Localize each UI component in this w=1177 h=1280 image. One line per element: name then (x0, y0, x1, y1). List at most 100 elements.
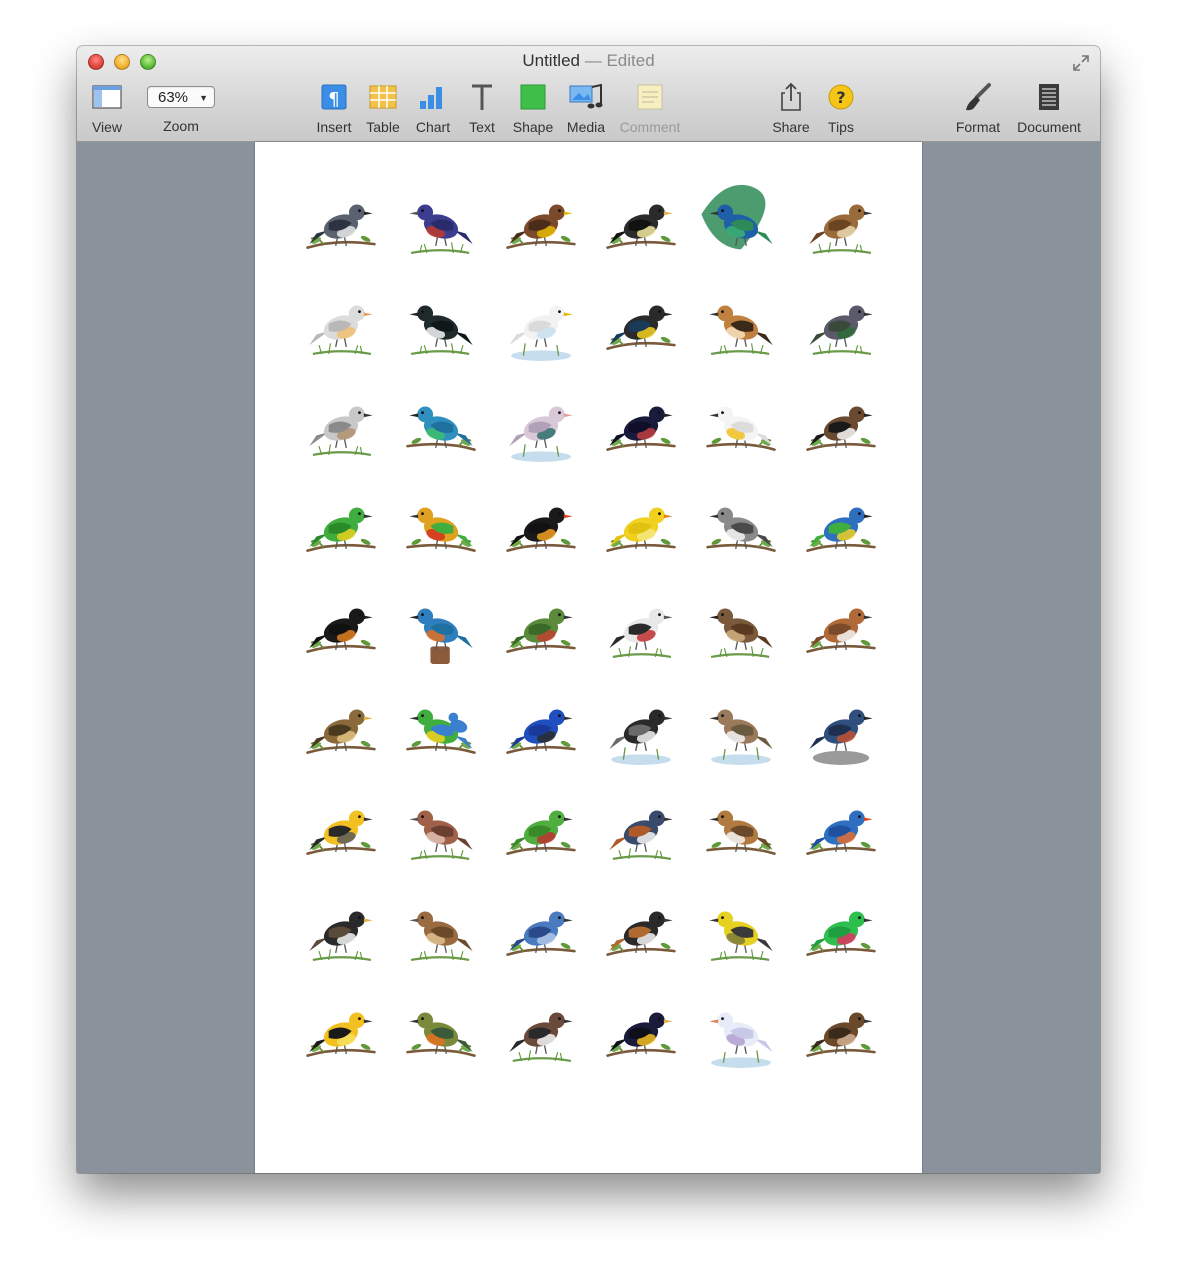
bird-illustration[interactable] (391, 879, 491, 980)
bird-illustration[interactable] (391, 273, 491, 374)
zoom-control[interactable]: 63% ▼ Zoom (145, 81, 217, 134)
bird-illustration[interactable] (491, 475, 591, 576)
bird-illustration[interactable] (391, 374, 491, 475)
bird-image (506, 709, 576, 754)
chart-button[interactable]: Chart (413, 81, 453, 135)
bird-image (701, 184, 773, 249)
bird-illustration[interactable] (391, 980, 491, 1081)
bird-illustration[interactable] (791, 475, 891, 576)
zoom-select[interactable]: 63% ▼ (147, 86, 215, 108)
bird-image (506, 911, 576, 956)
bird-image (606, 305, 676, 350)
bird-illustration[interactable] (391, 172, 491, 273)
bird-illustration[interactable] (691, 374, 791, 475)
bird-illustration[interactable] (291, 879, 391, 980)
shape-button[interactable]: Shape (511, 81, 555, 135)
bird-illustration[interactable] (491, 879, 591, 980)
bird-illustration[interactable] (291, 576, 391, 677)
bird-illustration[interactable] (291, 374, 391, 475)
bird-image (709, 911, 773, 961)
bird-illustration[interactable] (791, 879, 891, 980)
bird-image (806, 406, 876, 451)
bird-illustration[interactable] (691, 475, 791, 576)
bird-illustration[interactable] (291, 778, 391, 879)
share-label: Share (772, 119, 810, 135)
bird-illustration[interactable] (691, 879, 791, 980)
insert-button[interactable]: ¶ Insert (313, 81, 355, 135)
bird-illustration[interactable] (391, 576, 491, 677)
bird-illustration[interactable] (691, 980, 791, 1081)
text-button[interactable]: Text (463, 81, 501, 135)
bird-illustration[interactable] (591, 677, 691, 778)
bird-illustration[interactable] (691, 576, 791, 677)
window-title: Untitled — Edited (77, 51, 1100, 71)
bird-illustration[interactable] (491, 374, 591, 475)
bird-illustration[interactable] (491, 273, 591, 374)
bird-illustration[interactable] (491, 778, 591, 879)
bird-illustration[interactable] (791, 172, 891, 273)
bird-illustration[interactable] (591, 576, 691, 677)
share-button[interactable]: Share (771, 81, 811, 135)
text-label: Text (469, 119, 495, 135)
bird-illustration[interactable] (591, 273, 691, 374)
bird-illustration[interactable] (491, 677, 591, 778)
bird-illustration[interactable] (791, 778, 891, 879)
media-button[interactable]: Media (563, 81, 609, 135)
view-label: View (91, 119, 123, 135)
bird-illustration[interactable] (791, 677, 891, 778)
svg-text:¶: ¶ (328, 89, 339, 110)
bird-illustration[interactable] (591, 879, 691, 980)
comment-icon (637, 84, 663, 110)
bird-illustration[interactable] (691, 677, 791, 778)
bird-illustration[interactable] (691, 273, 791, 374)
bird-illustration[interactable] (791, 980, 891, 1081)
bird-image (706, 810, 776, 855)
bird-illustration[interactable] (591, 778, 691, 879)
bird-illustration[interactable] (791, 576, 891, 677)
bird-illustration[interactable] (291, 475, 391, 576)
media-label: Media (566, 119, 606, 135)
bird-image (706, 406, 776, 451)
zoom-label: Zoom (163, 118, 199, 134)
bird-image (306, 1012, 376, 1057)
bird-illustration[interactable] (491, 576, 591, 677)
bird-illustration[interactable] (691, 172, 791, 273)
bird-illustration[interactable] (691, 778, 791, 879)
bird-illustration[interactable] (391, 677, 491, 778)
bird-illustration[interactable] (591, 475, 691, 576)
bird-illustration[interactable] (591, 172, 691, 273)
share-icon (781, 82, 801, 111)
bird-illustration[interactable] (291, 172, 391, 273)
bird-image (709, 305, 773, 355)
bird-image (509, 406, 573, 462)
bird-image (709, 1012, 773, 1068)
bird-illustration[interactable] (491, 172, 591, 273)
bird-illustration[interactable] (291, 273, 391, 374)
bird-illustration[interactable] (391, 475, 491, 576)
document-page[interactable] (255, 142, 922, 1173)
bird-illustration[interactable] (491, 980, 591, 1081)
bird-illustration[interactable] (291, 677, 391, 778)
fullscreen-icon[interactable] (1072, 54, 1090, 72)
comment-button[interactable]: Comment (617, 81, 683, 135)
format-button[interactable]: Format (953, 81, 1003, 135)
chevron-down-icon: ▼ (199, 93, 208, 103)
bird-illustration[interactable] (791, 273, 891, 374)
bird-image (306, 608, 376, 653)
view-button[interactable]: View (87, 81, 127, 135)
bird-illustration[interactable] (291, 980, 391, 1081)
chart-icon (420, 87, 442, 109)
bird-image (306, 810, 376, 855)
bird-illustration[interactable] (391, 778, 491, 879)
bird-illustration[interactable] (591, 374, 691, 475)
bird-illustration[interactable] (791, 374, 891, 475)
table-button[interactable]: Table (363, 81, 403, 135)
tips-button[interactable]: ? Tips (823, 81, 859, 135)
bird-image (506, 507, 576, 552)
bird-image (606, 1012, 676, 1057)
comment-label: Comment (619, 119, 681, 135)
document-button[interactable]: Document (1015, 81, 1083, 135)
bird-illustration[interactable] (591, 980, 691, 1081)
bird-image (506, 204, 576, 249)
bird-image (309, 305, 373, 355)
